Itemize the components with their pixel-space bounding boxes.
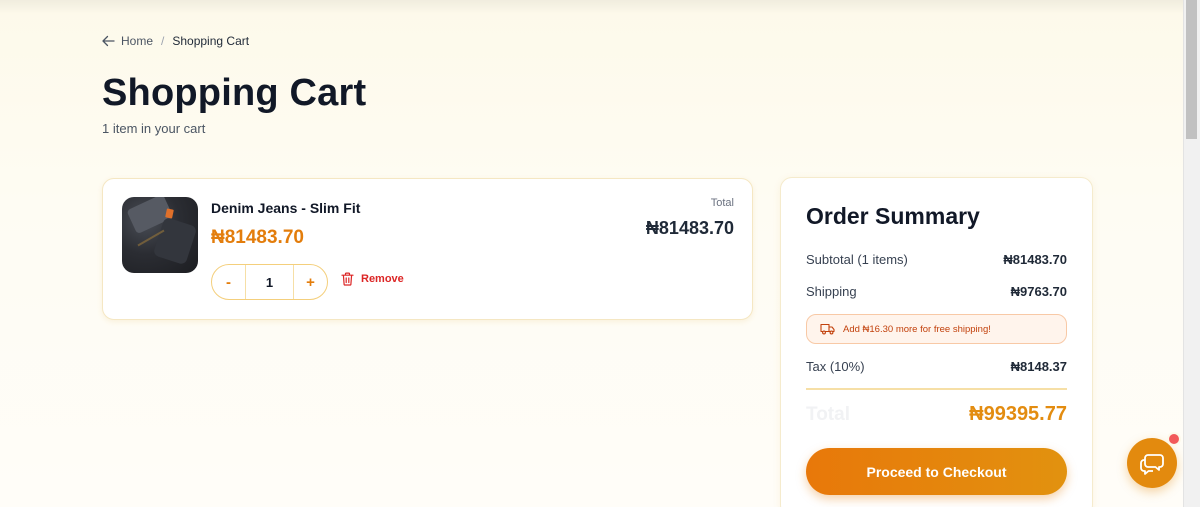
free-shipping-text: Add ₦16.30 more for free shipping! <box>843 323 991 335</box>
tax-value: ₦8148.37 <box>1010 359 1067 374</box>
breadcrumb: Home / Shopping Cart <box>102 34 249 48</box>
cart-item-card: Denim Jeans - Slim Fit ₦81483.70 - 1 + R… <box>102 178 753 320</box>
order-summary-title: Order Summary <box>806 203 980 229</box>
item-total-value: ₦81483.70 <box>645 218 734 238</box>
arrow-left-icon[interactable] <box>102 35 115 47</box>
product-name[interactable]: Denim Jeans - Slim Fit <box>211 200 360 216</box>
header-shadow <box>0 0 1183 14</box>
cart-item-count: 1 item in your cart <box>102 121 206 136</box>
item-total-label: Total <box>710 197 734 209</box>
remove-button[interactable]: Remove <box>341 272 404 286</box>
free-shipping-banner: Add ₦16.30 more for free shipping! <box>806 314 1067 344</box>
product-image[interactable] <box>122 197 198 273</box>
subtotal-label: Subtotal (1 items) <box>806 252 908 267</box>
quantity-value[interactable]: 1 <box>245 265 294 299</box>
grand-total-row: Total ₦99395.77 <box>806 403 1067 426</box>
remove-label: Remove <box>361 273 404 285</box>
breadcrumb-home-link[interactable]: Home <box>121 34 153 48</box>
chat-button[interactable] <box>1127 438 1177 488</box>
proceed-to-checkout-button[interactable]: Proceed to Checkout <box>806 448 1067 495</box>
chat-bubble-icon <box>1140 454 1164 475</box>
product-price: ₦81483.70 <box>211 227 304 248</box>
tax-row: Tax (10%) ₦8148.37 <box>806 359 1067 374</box>
page-title: Shopping Cart <box>102 72 367 114</box>
grand-total-value: ₦99395.77 <box>969 403 1067 425</box>
trash-icon <box>341 272 354 286</box>
breadcrumb-current: Shopping Cart <box>172 34 250 48</box>
grand-total-label: Total <box>806 404 850 425</box>
shipping-row: Shipping ₦9763.70 <box>806 284 1067 299</box>
shipping-label: Shipping <box>806 284 857 299</box>
notification-badge <box>1167 432 1181 446</box>
tax-label: Tax (10%) <box>806 359 865 374</box>
subtotal-value: ₦81483.70 <box>1003 252 1067 267</box>
summary-divider <box>806 388 1067 390</box>
scrollbar[interactable] <box>1183 0 1200 507</box>
decrement-button[interactable]: - <box>212 265 245 299</box>
shipping-value: ₦9763.70 <box>1010 284 1067 299</box>
subtotal-row: Subtotal (1 items) ₦81483.70 <box>806 252 1067 267</box>
increment-button[interactable]: + <box>294 265 327 299</box>
scrollbar-thumb[interactable] <box>1186 0 1197 139</box>
truck-icon <box>820 323 835 335</box>
order-summary: Order Summary Subtotal (1 items) ₦81483.… <box>780 177 1093 507</box>
breadcrumb-separator: / <box>161 34 165 48</box>
quantity-stepper: - 1 + <box>211 264 328 300</box>
